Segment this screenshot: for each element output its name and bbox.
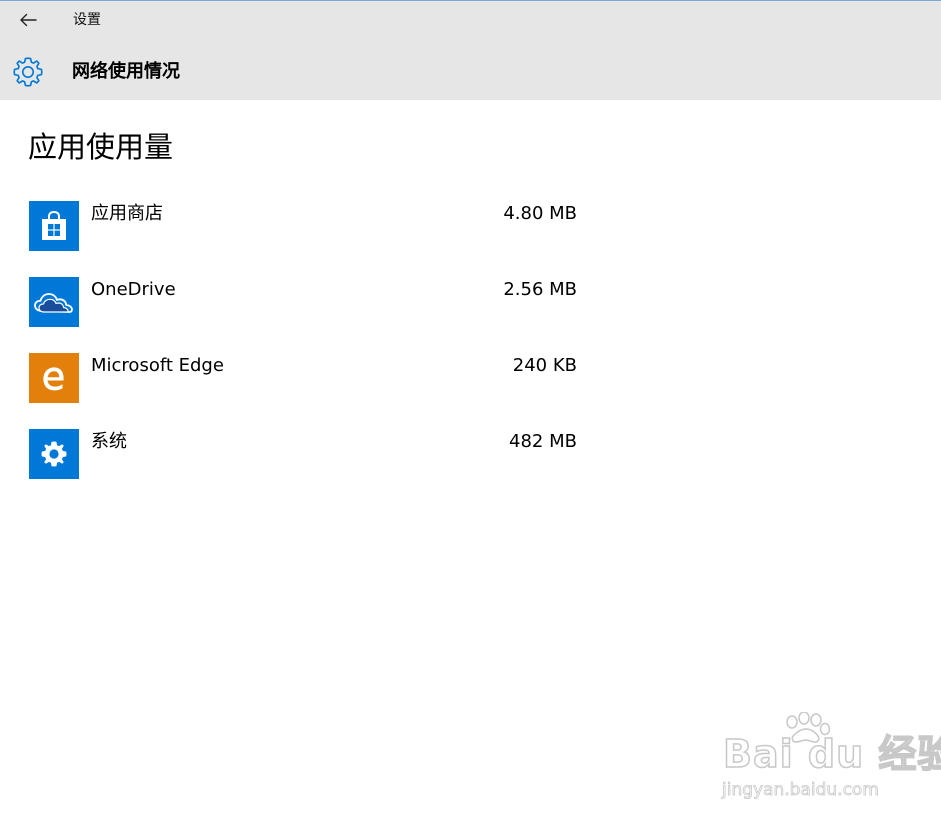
app-row-store[interactable]: 应用商店 4.80 MB [29,201,589,251]
store-bag-icon [42,210,66,240]
gear-icon [41,441,67,467]
app-name: 应用商店 [91,203,163,224]
app-usage-value: 240 KB [512,355,577,376]
page-header: 网络使用情况 [0,40,941,100]
app-row-system[interactable]: 系统 482 MB [29,429,589,479]
app-name: 系统 [91,431,127,452]
app-usage-value: 4.80 MB [503,203,577,224]
section-title: 应用使用量 [28,130,174,164]
app-tile [29,353,79,403]
cloud-icon [34,293,73,313]
app-usage-value: 2.56 MB [503,279,577,300]
app-row-edge[interactable]: Microsoft Edge 240 KB [29,353,589,403]
watermark-logo-text: Bai du 经验 [722,732,941,776]
app-tile [29,201,79,251]
back-button[interactable] [14,6,42,34]
app-tile [29,277,79,327]
gear-icon [13,57,43,87]
app-name: Microsoft Edge [91,355,224,376]
app-row-onedrive[interactable]: OneDrive 2.56 MB [29,277,589,327]
watermark-url: jingyan.baidu.com [722,780,880,801]
edge-e-icon [43,367,64,391]
app-usage-value: 482 MB [509,431,577,452]
page-title: 网络使用情况 [72,61,180,82]
baidu-jingyan-watermark: Bai du 经验 jingyan.baidu.com [720,712,941,802]
app-tile [29,429,79,479]
window-title: 设置 [73,12,101,28]
app-name: OneDrive [91,279,176,300]
back-arrow-icon [20,13,37,27]
title-bar: 设置 [0,1,941,40]
